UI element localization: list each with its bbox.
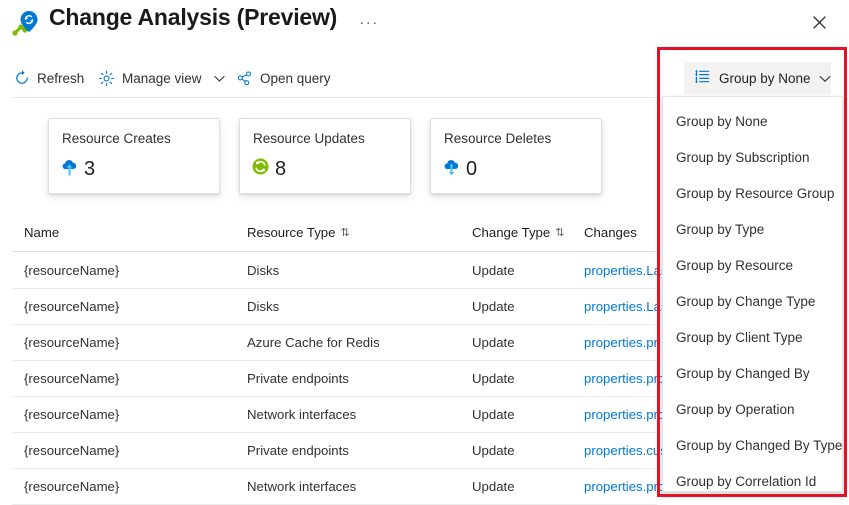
cell-change-type: Update	[472, 397, 582, 432]
card-value: 0	[466, 159, 477, 179]
cell-change-type: Update	[472, 469, 582, 504]
table-row[interactable]: {resourceName} Azure Cache for Redis Upd…	[12, 325, 657, 361]
cloud-upload-blue-icon	[60, 157, 79, 181]
card-resource-creates[interactable]: Resource Creates 3	[48, 118, 220, 194]
dropdown-item-group-by-subscription[interactable]: Group by Subscription	[663, 139, 842, 175]
card-value: 8	[275, 159, 286, 179]
manage-view-label: Manage view	[122, 71, 202, 86]
cell-resource-type: Azure Cache for Redis	[247, 325, 462, 360]
table-row[interactable]: {resourceName} Disks Update properties.L…	[12, 253, 657, 289]
cell-change-type: Update	[472, 289, 582, 324]
table-row[interactable]: {resourceName} Private endpoints Update …	[12, 361, 657, 397]
cell-name: {resourceName}	[24, 253, 244, 288]
card-title: Resource Deletes	[444, 131, 551, 146]
title-bar: Change Analysis (Preview) ···	[0, 0, 849, 46]
table-row[interactable]: {resourceName} Disks Update properties.L…	[12, 289, 657, 325]
more-options-button[interactable]: ···	[356, 12, 382, 32]
manage-view-button[interactable]: Manage view	[98, 60, 225, 96]
chevron-down-icon	[214, 71, 225, 86]
cell-resource-type: Disks	[247, 289, 462, 324]
cell-name: {resourceName}	[24, 433, 244, 468]
cell-resource-type: Network interfaces	[247, 397, 462, 432]
group-by-button-label: Group by None	[719, 71, 811, 86]
sort-icon: ⇅	[340, 226, 348, 239]
table-row[interactable]: {resourceName} Network interfaces Update…	[12, 397, 657, 433]
cell-resource-type: Disks	[247, 253, 462, 288]
refresh-green-icon	[251, 157, 270, 181]
change-analysis-blade: Change Analysis (Preview) ··· Refresh	[0, 0, 849, 505]
change-analysis-icon	[10, 8, 42, 40]
dropdown-item-group-by-change-type[interactable]: Group by Change Type	[663, 283, 842, 319]
card-value-row: 8	[251, 157, 286, 181]
card-resource-updates[interactable]: Resource Updates 8	[239, 118, 411, 194]
card-title: Resource Updates	[253, 131, 365, 146]
group-by-dropdown-menu: Group by None Group by Subscription Grou…	[662, 96, 843, 492]
card-value-row: 3	[60, 157, 95, 181]
open-query-label: Open query	[260, 71, 331, 86]
table-row[interactable]: {resourceName} Network interfaces Update…	[12, 469, 657, 505]
cell-name: {resourceName}	[24, 361, 244, 396]
dropdown-item-group-by-none[interactable]: Group by None	[663, 103, 842, 139]
command-bar-divider	[12, 97, 657, 98]
page-title: Change Analysis (Preview)	[49, 4, 337, 31]
cell-name: {resourceName}	[24, 397, 244, 432]
dropdown-item-group-by-changed-by-type[interactable]: Group by Changed By Type	[663, 427, 842, 463]
dropdown-item-group-by-changed-by[interactable]: Group by Changed By	[663, 355, 842, 391]
cell-resource-type: Private endpoints	[247, 361, 462, 396]
list-group-icon	[694, 68, 711, 88]
cloud-download-blue-icon	[442, 157, 461, 181]
refresh-label: Refresh	[37, 71, 84, 86]
dropdown-item-group-by-resource[interactable]: Group by Resource	[663, 247, 842, 283]
refresh-button[interactable]: Refresh	[14, 60, 84, 96]
sort-icon: ⇅	[555, 226, 563, 239]
table-row[interactable]: {resourceName} Private endpoints Update …	[12, 433, 657, 469]
card-resource-deletes[interactable]: Resource Deletes 0	[430, 118, 602, 194]
dropdown-item-group-by-client-type[interactable]: Group by Client Type	[663, 319, 842, 355]
close-icon[interactable]	[804, 8, 834, 36]
column-header-name: Name	[24, 214, 244, 251]
card-title: Resource Creates	[62, 131, 171, 146]
cell-change-type: Update	[472, 433, 582, 468]
changes-table: Name Resource Type ⇅ Change Type ⇅ Chang…	[0, 214, 680, 505]
cell-name: {resourceName}	[24, 469, 244, 504]
open-query-button[interactable]: Open query	[236, 60, 331, 96]
gear-icon	[98, 70, 115, 87]
dropdown-item-group-by-correlation-id[interactable]: Group by Correlation Id	[663, 463, 842, 492]
column-header-resource-type[interactable]: Resource Type ⇅	[247, 214, 462, 251]
command-bar: Refresh Manage view	[0, 60, 680, 96]
card-value: 3	[84, 159, 95, 179]
cell-resource-type: Network interfaces	[247, 469, 462, 504]
cell-name: {resourceName}	[24, 325, 244, 360]
refresh-icon	[14, 70, 30, 86]
dropdown-item-group-by-type[interactable]: Group by Type	[663, 211, 842, 247]
dropdown-item-group-by-operation[interactable]: Group by Operation	[663, 391, 842, 427]
cell-name: {resourceName}	[24, 289, 244, 324]
cell-resource-type: Private endpoints	[247, 433, 462, 468]
dropdown-item-group-by-resource-group[interactable]: Group by Resource Group	[663, 175, 842, 211]
column-header-change-type[interactable]: Change Type ⇅	[472, 214, 582, 251]
chevron-down-icon	[819, 71, 831, 86]
cell-change-type: Update	[472, 253, 582, 288]
table-header-row: Name Resource Type ⇅ Change Type ⇅ Chang…	[12, 214, 657, 252]
cell-change-type: Update	[472, 361, 582, 396]
card-value-row: 0	[442, 157, 477, 181]
share-node-icon	[236, 70, 253, 87]
cell-change-type: Update	[472, 325, 582, 360]
group-by-button[interactable]: Group by None	[684, 62, 831, 94]
